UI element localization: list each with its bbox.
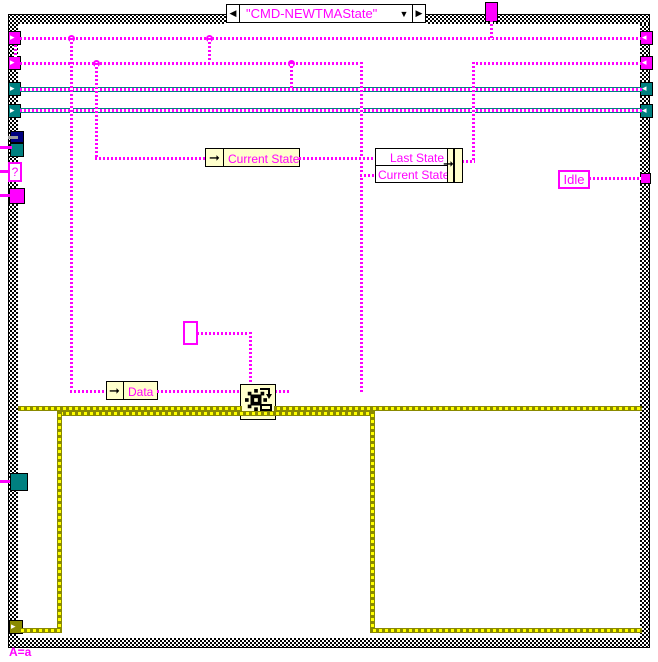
wire-string-overlay-row4[interactable] (20, 109, 642, 112)
unbundle-by-name-data[interactable]: ➞ Data (106, 381, 158, 400)
shift-register-arrow-icon: ▸ (10, 57, 15, 67)
bundle-output-arrow-icon: ➞ (443, 156, 454, 171)
unbundle-data-terminal-cell: ➞ (107, 382, 124, 399)
wire-error-loop-bottom-left[interactable] (18, 628, 62, 633)
right-arrow-icon: ➞ (109, 383, 120, 398)
tunnel-top-magenta[interactable] (485, 2, 498, 22)
question-mark-constant[interactable]: ? (8, 162, 22, 182)
wire-error-loop-bottom-right[interactable] (370, 628, 642, 633)
wire-qmark-stub (0, 170, 10, 173)
wire-bundle-output[interactable] (462, 160, 475, 163)
wire-horizontal-to-unbundle[interactable] (95, 157, 205, 160)
wire-horizontal-to-data-node[interactable] (70, 390, 108, 393)
wire-left-stub-magenta-3 (0, 480, 10, 483)
wire-left-stub-magenta (0, 146, 12, 149)
case-selector-ring[interactable]: ◀ "CMD-NEWTMAState" ▼ ▶ (226, 4, 426, 23)
right-arrow-icon: ▶ (415, 8, 423, 18)
bundle-field-last-state: Last State (390, 151, 445, 165)
wire-error-loop-right[interactable] (370, 411, 375, 632)
case-structure-top-border-right[interactable] (426, 14, 650, 24)
wire-data-to-gear[interactable] (157, 390, 240, 393)
wire-string-bus-row1[interactable] (20, 37, 642, 40)
bundle-field-current-state: Current State (378, 168, 450, 182)
wire-vertical-to-unbundle[interactable] (95, 63, 98, 159)
wire-bundle-current-state-in[interactable] (360, 174, 376, 177)
tunnel-left-grey-strip (8, 136, 18, 139)
case-sensitive-compare-label: A=a (9, 646, 31, 658)
string-constant-idle[interactable]: Idle (558, 170, 590, 189)
wire-vertical-bundle-current-state[interactable] (360, 62, 363, 392)
tunnel-left-teal-upper[interactable] (10, 143, 24, 157)
unbundle-field-label: Current State (228, 152, 300, 166)
wire-gear-output-stub[interactable] (275, 390, 291, 393)
wire-vertical-junction-c[interactable] (208, 38, 211, 62)
case-next-button[interactable]: ▶ (412, 5, 425, 22)
shift-register-arrow-icon: ◂ (642, 83, 647, 93)
wire-empty-const-out[interactable] (197, 332, 252, 335)
wire-error-loop-left[interactable] (57, 411, 62, 632)
case-structure-top-border-left[interactable] (8, 14, 226, 24)
string-constant-empty[interactable] (183, 321, 198, 345)
block-diagram-canvas: ◀ "CMD-NEWTMAState" ▼ ▶ ▸ ▸ ▸ ▸ ? ▸ A=a (0, 0, 658, 662)
chevron-down-icon[interactable]: ▼ (396, 9, 412, 19)
shift-register-arrow-icon: ◂ (642, 105, 647, 115)
wire-vertical-to-data-node[interactable] (70, 38, 73, 392)
left-arrow-icon: ◀ (229, 8, 237, 18)
wire-idle-to-tunnel[interactable] (589, 177, 642, 180)
error-tunnel-arrow-icon: ▸ (11, 621, 16, 631)
unbundle-by-name-current-state[interactable]: ➞ Current State (205, 148, 300, 167)
wire-unbundle-to-bundle[interactable] (299, 157, 376, 160)
wire-left-edge-vertical-magenta[interactable] (14, 45, 17, 57)
wire-vertical-junction-d[interactable] (290, 62, 293, 88)
right-arrow-icon: ➞ (209, 150, 220, 165)
a-equals-a-text: A=a (9, 645, 32, 659)
unbundle-data-label: Data (128, 385, 154, 399)
wire-top-tunnel-drop[interactable] (490, 20, 493, 39)
shift-register-arrow-icon: ◂ (642, 57, 647, 67)
shift-register-arrow-icon: ▸ (10, 83, 15, 93)
idle-constant-text: Idle (563, 172, 585, 187)
bundle-output-cell-2 (454, 148, 463, 183)
shift-register-arrow-icon: ◂ (642, 32, 647, 42)
unbundle-terminal-cell: ➞ (206, 149, 224, 166)
wire-error-loop-top[interactable] (57, 411, 375, 416)
shift-register-arrow-icon: ▸ (10, 105, 15, 115)
shift-register-arrow-icon: ▸ (10, 32, 15, 42)
wire-string-overlay-row3[interactable] (20, 88, 642, 91)
wire-empty-const-down[interactable] (249, 332, 252, 387)
case-prev-button[interactable]: ◀ (227, 5, 240, 22)
tunnel-left-magenta-b[interactable] (9, 188, 25, 204)
question-mark-label: ? (11, 165, 19, 179)
case-structure-bottom-border[interactable] (8, 638, 650, 648)
wire-left-stub-magenta-2 (0, 194, 10, 197)
wire-string-bus-row2-right[interactable] (472, 62, 642, 65)
wire-vertical-bundle-output[interactable] (472, 62, 475, 162)
case-selector-value: "CMD-NEWTMAState" (246, 6, 378, 21)
return-arrow-icon (260, 388, 272, 399)
tunnel-left-teal-lower[interactable] (10, 473, 28, 491)
